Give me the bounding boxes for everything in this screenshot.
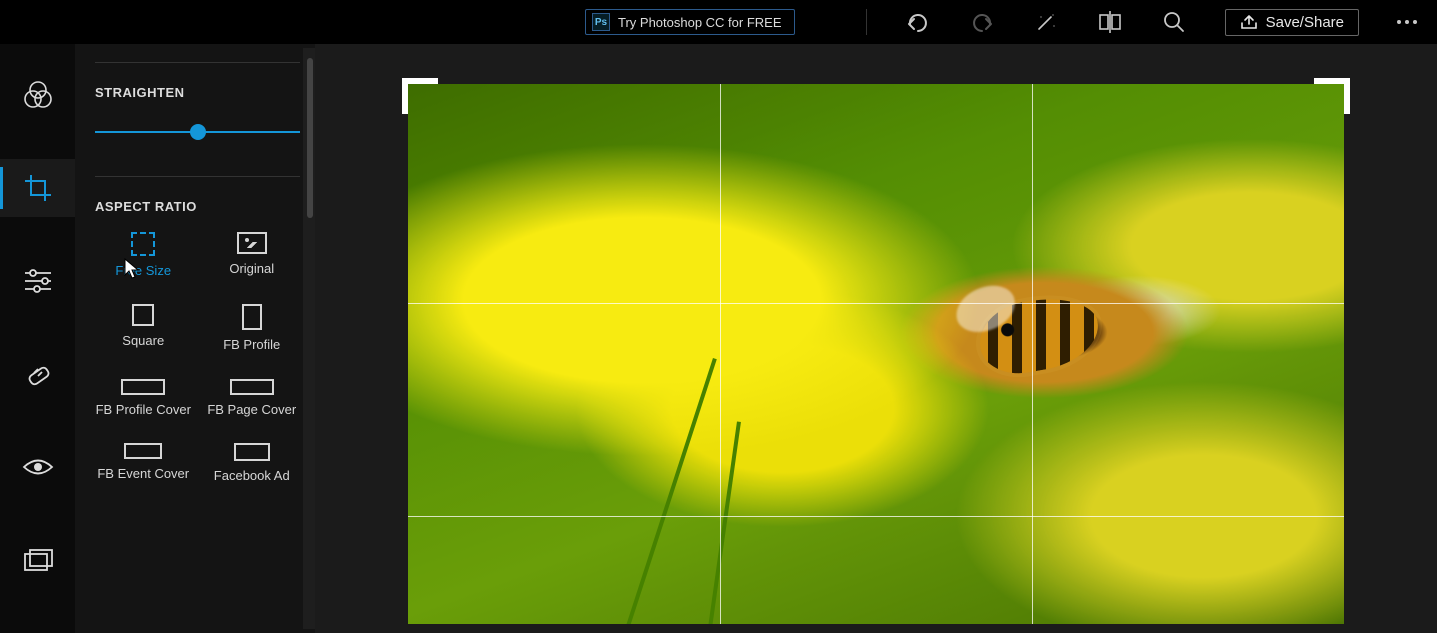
crop-gridline bbox=[720, 84, 721, 624]
try-photoshop-label: Try Photoshop CC for FREE bbox=[618, 15, 782, 30]
aspect-ratio-label: Free Size bbox=[115, 264, 171, 278]
crop-gridline bbox=[408, 303, 1344, 304]
aspect-ratio-label: FB Profile Cover bbox=[96, 403, 191, 417]
crop-tool[interactable] bbox=[0, 159, 75, 217]
crop-gridline bbox=[1032, 84, 1033, 624]
share-icon bbox=[1240, 14, 1258, 30]
auto-enhance-button[interactable] bbox=[1033, 9, 1059, 35]
top-toolbar: Ps Try Photoshop CC for FREE bbox=[0, 0, 1437, 44]
slider-thumb[interactable] bbox=[190, 124, 206, 140]
aspect-ratio-fbprofile[interactable]: FB Profile bbox=[204, 304, 301, 352]
crop-panel: STRAIGHTEN ASPECT RATIO Free Size Origina… bbox=[75, 44, 315, 633]
straighten-slider[interactable] bbox=[95, 118, 300, 148]
aspect-ratio-label: Facebook Ad bbox=[214, 469, 290, 483]
aspect-ratio-shape-icon bbox=[237, 232, 267, 254]
aspect-ratio-shape-icon bbox=[242, 304, 262, 330]
aspect-ratio-square[interactable]: Square bbox=[95, 304, 192, 352]
zoom-button[interactable] bbox=[1161, 9, 1187, 35]
crop-handle-top-right[interactable] bbox=[1314, 78, 1350, 114]
blemish-tool[interactable] bbox=[0, 345, 75, 403]
more-menu-button[interactable] bbox=[1397, 20, 1417, 24]
aspect-ratio-shape-icon bbox=[234, 443, 270, 461]
try-photoshop-button[interactable]: Ps Try Photoshop CC for FREE bbox=[585, 9, 795, 35]
aspect-ratio-shape-icon bbox=[132, 304, 154, 326]
aspect-ratio-fbevent[interactable]: FB Event Cover bbox=[95, 443, 192, 483]
aspect-ratio-fbad[interactable]: Facebook Ad bbox=[204, 443, 301, 483]
redeye-tool[interactable] bbox=[0, 438, 75, 496]
flip-button[interactable] bbox=[1097, 9, 1123, 35]
photoshop-icon: Ps bbox=[592, 13, 610, 31]
aspect-ratio-shape-icon bbox=[121, 379, 165, 395]
aspect-ratio-heading: ASPECT RATIO bbox=[95, 199, 300, 214]
aspect-ratio-shape-icon bbox=[230, 379, 274, 395]
aspect-ratio-label: Original bbox=[229, 262, 274, 276]
panel-scrollbar-thumb[interactable] bbox=[307, 58, 313, 218]
corrections-tool[interactable] bbox=[0, 252, 75, 310]
aspect-ratio-free[interactable]: Free Size bbox=[95, 232, 192, 278]
photo-image bbox=[408, 84, 1344, 624]
panel-divider bbox=[95, 176, 300, 177]
aspect-ratio-label: FB Profile bbox=[223, 338, 280, 352]
save-share-button[interactable]: Save/Share bbox=[1225, 9, 1359, 36]
aspect-ratio-fbpage[interactable]: FB Page Cover bbox=[204, 379, 301, 417]
aspect-ratio-grid: Free Size Original Square FB Profile FB Prof… bbox=[95, 232, 300, 483]
save-share-label: Save/Share bbox=[1266, 14, 1344, 31]
straighten-heading: STRAIGHTEN bbox=[95, 85, 300, 100]
panel-divider bbox=[95, 62, 300, 63]
crop-gridline bbox=[408, 516, 1344, 517]
aspect-ratio-label: FB Page Cover bbox=[207, 403, 296, 417]
canvas-area[interactable] bbox=[315, 44, 1437, 633]
tool-rail bbox=[0, 44, 75, 633]
looks-tool[interactable] bbox=[0, 66, 75, 124]
aspect-ratio-shape-icon bbox=[124, 443, 162, 459]
toolbar-separator bbox=[866, 9, 867, 35]
undo-button[interactable] bbox=[905, 9, 931, 35]
aspect-ratio-label: FB Event Cover bbox=[97, 467, 189, 481]
crop-handle-top-left[interactable] bbox=[402, 78, 438, 114]
aspect-ratio-shape-icon bbox=[131, 232, 155, 256]
aspect-ratio-fbcover[interactable]: FB Profile Cover bbox=[95, 379, 192, 417]
borders-tool[interactable] bbox=[0, 531, 75, 589]
redo-button[interactable] bbox=[969, 9, 995, 35]
aspect-ratio-original[interactable]: Original bbox=[204, 232, 301, 278]
aspect-ratio-label: Square bbox=[122, 334, 164, 348]
crop-frame[interactable] bbox=[408, 84, 1344, 624]
panel-scrollbar-track[interactable] bbox=[303, 48, 315, 629]
